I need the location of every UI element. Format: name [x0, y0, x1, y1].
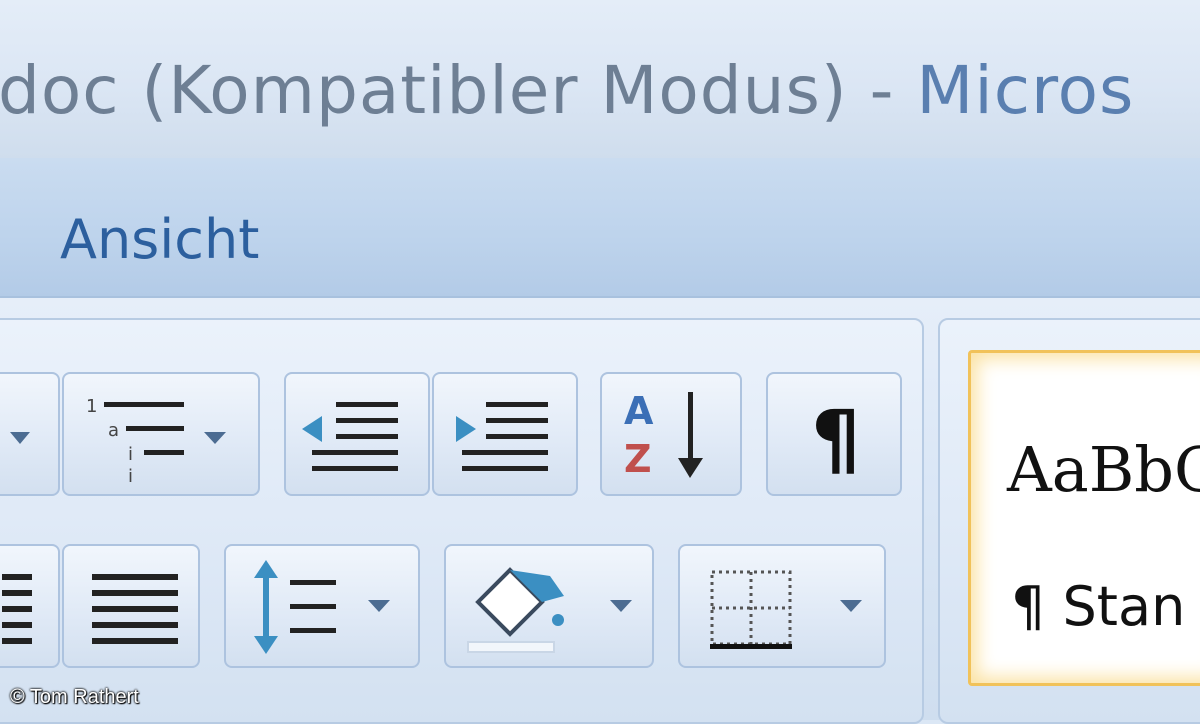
sort-letter-z: Z — [624, 437, 652, 481]
show-formatting-marks-button[interactable]: ¶ — [766, 372, 902, 496]
line-spacing-icon — [254, 560, 390, 654]
borders-icon — [710, 570, 862, 649]
increase-indent-button[interactable] — [432, 372, 578, 496]
svg-text:a: a — [108, 420, 119, 441]
pilcrow-icon: ¶ — [811, 395, 861, 485]
svg-text:i: i — [128, 466, 133, 487]
borders-button[interactable] — [678, 544, 886, 668]
svg-text:i: i — [128, 444, 133, 465]
sort-button[interactable]: A Z — [600, 372, 742, 496]
shading-button[interactable] — [444, 544, 654, 668]
style-standard-tile[interactable]: AaBbC ¶ Stan — [968, 350, 1200, 686]
multilevel-list-button[interactable]: 1 a i i — [62, 372, 260, 496]
style-preview-main: AaBb — [1007, 433, 1174, 506]
window-title-app: Micros — [916, 52, 1135, 129]
tab-ansicht[interactable]: Ansicht — [60, 208, 259, 271]
window-title-document: doc (Kompatibler Modus) - — [0, 52, 917, 129]
decrease-indent-icon — [302, 402, 398, 471]
style-name-label: ¶ Stan — [1011, 575, 1186, 638]
window-title: doc (Kompatibler Modus) - Micros — [0, 52, 1134, 129]
multilevel-list-icon: 1 a i i — [86, 396, 226, 487]
copyright-credit: © Tom Rathert — [10, 686, 139, 708]
sort-az-icon: A Z — [624, 389, 703, 481]
align-right-icon — [2, 574, 32, 644]
svg-text:1: 1 — [86, 396, 97, 417]
pilcrow-glyph: ¶ — [811, 395, 861, 485]
style-preview-text: AaBbC — [1007, 433, 1200, 506]
paint-bucket-icon — [467, 567, 632, 653]
decrease-indent-button[interactable] — [284, 372, 430, 496]
bullets-dropdown-button[interactable] — [0, 372, 60, 496]
chevron-down-icon — [10, 432, 30, 444]
align-right-button[interactable] — [0, 544, 60, 668]
line-spacing-button[interactable] — [224, 544, 420, 668]
style-preview-tail: C — [1174, 433, 1200, 506]
increase-indent-icon — [456, 402, 548, 471]
justify-button[interactable] — [62, 544, 200, 668]
justify-icon — [92, 574, 178, 644]
sort-letter-a: A — [624, 389, 654, 433]
title-bar: doc (Kompatibler Modus) - Micros — [0, 0, 1200, 158]
